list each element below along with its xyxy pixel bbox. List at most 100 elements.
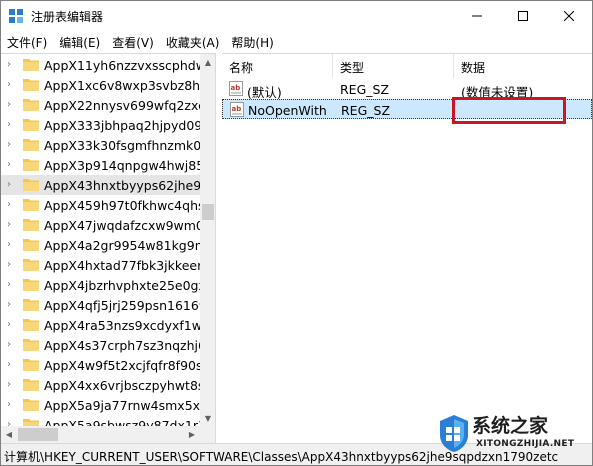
- tree-item[interactable]: › AppX4qfj5jrj259psn161698: [1, 295, 200, 315]
- folder-icon: [23, 199, 39, 211]
- tree-item[interactable]: › AppX4s37crph7sz3nqzhj65: [1, 335, 200, 355]
- registry-editor-window: 注册表编辑器 文件(F) 编辑(E) 查看(V) 收藏夹(A) 帮助(H) › A…: [0, 0, 593, 466]
- minimize-button[interactable]: [454, 1, 500, 31]
- folder-icon: [23, 159, 39, 171]
- tree-item[interactable]: › AppX33k30fsgmfhnzmk0nv: [1, 135, 200, 155]
- tree-item-label: AppX43hnxtbyyps62jhe9sq: [44, 178, 200, 193]
- expand-chevron-icon[interactable]: ›: [7, 99, 19, 111]
- close-button[interactable]: [546, 1, 592, 31]
- tree-item-label: AppX4xx6vrjbsczpyhwt8s8y: [44, 378, 200, 393]
- expand-chevron-icon[interactable]: ›: [7, 179, 19, 191]
- expand-chevron-icon[interactable]: ›: [7, 139, 19, 151]
- expand-chevron-icon[interactable]: ›: [7, 299, 19, 311]
- expand-chevron-icon[interactable]: ›: [7, 239, 19, 251]
- tree-item[interactable]: › AppX4hxtad77fbk3jkkeerk: [1, 255, 200, 275]
- maximize-icon: [518, 11, 528, 21]
- tree-item-label: AppX4ra53nzs9xcdyxf1wgc: [44, 318, 200, 333]
- expand-chevron-icon[interactable]: ›: [7, 359, 19, 371]
- tree-item[interactable]: › AppX4jbzrhvphxte25e0gxh: [1, 275, 200, 295]
- folder-icon: [23, 279, 39, 291]
- tree-item[interactable]: › AppX5a9sbwsz9y87dx1r3q: [1, 415, 200, 426]
- tree-item-label: AppX11yh6nzzvxsscphdw5: [44, 58, 200, 73]
- tree-vertical-scrollbar[interactable]: ▲ ▼: [200, 54, 215, 426]
- expand-chevron-icon[interactable]: ›: [7, 259, 19, 271]
- string-value-icon: ab: [230, 102, 244, 117]
- scroll-up-arrow-icon[interactable]: ▲: [200, 54, 215, 70]
- tree-item[interactable]: › AppX47jwqdafzcxw9wm0m: [1, 215, 200, 235]
- svg-text:ab: ab: [231, 84, 241, 92]
- folder-icon: [23, 219, 39, 231]
- maximize-button[interactable]: [500, 1, 546, 31]
- window-title: 注册表编辑器: [31, 10, 104, 24]
- tree-item[interactable]: › AppX4xx6vrjbsczpyhwt8s8y: [1, 375, 200, 395]
- folder-icon: [23, 259, 39, 271]
- expand-chevron-icon[interactable]: ›: [7, 59, 19, 71]
- column-header-data[interactable]: 数据: [454, 54, 592, 78]
- tree-vertical-scroll-thumb[interactable]: [202, 204, 214, 220]
- folder-icon: [23, 139, 39, 151]
- tree-item[interactable]: › AppX459h97t0fkhwc4qhs0: [1, 195, 200, 215]
- tree-item-label: AppX5a9sbwsz9y87dx1r3q: [44, 418, 200, 426]
- tree-item[interactable]: › AppX3p914qnpgw4hwj856: [1, 155, 200, 175]
- scroll-down-arrow-icon[interactable]: ▼: [200, 410, 215, 426]
- expand-chevron-icon[interactable]: ›: [7, 159, 19, 171]
- watermark-title: 系统之家: [472, 415, 549, 437]
- title-bar[interactable]: 注册表编辑器: [1, 1, 592, 31]
- expand-chevron-icon[interactable]: ›: [7, 419, 19, 426]
- registry-key-tree: › AppX11yh6nzzvxsscphdw5 › AppX1xc6v8wxp3sv…: [1, 54, 200, 426]
- string-value-icon: ab: [229, 81, 243, 96]
- menu-view[interactable]: 查看(V): [106, 31, 160, 52]
- registry-values-pane: 名称 类型 数据 ab (默认) REG_SZ (数值未设置) ab NoOpe…: [222, 53, 592, 443]
- folder-icon: [23, 119, 39, 131]
- menu-favorites[interactable]: 收藏夹(A): [160, 31, 226, 52]
- tree-item-label: AppX47jwqdafzcxw9wm0m: [44, 218, 200, 233]
- tree-item-label: AppX4qfj5jrj259psn161698: [44, 298, 200, 313]
- column-header-type[interactable]: 类型: [333, 54, 454, 78]
- tree-horizontal-scrollbar[interactable]: ◀ ▶: [1, 426, 215, 443]
- menu-edit[interactable]: 编辑(E): [53, 31, 106, 52]
- menu-file[interactable]: 文件(F): [1, 31, 53, 52]
- tree-item[interactable]: › AppX1xc6v8wxp3svbz8hgc: [1, 75, 200, 95]
- folder-icon: [23, 299, 39, 311]
- expand-chevron-icon[interactable]: ›: [7, 219, 19, 231]
- watermark-url: XITONGZHIJIA.NET: [476, 439, 575, 449]
- scroll-left-arrow-icon[interactable]: ◀: [1, 426, 17, 443]
- folder-icon: [23, 239, 39, 251]
- menu-help[interactable]: 帮助(H): [225, 31, 279, 52]
- column-header-name[interactable]: 名称: [222, 54, 333, 78]
- expand-chevron-icon[interactable]: ›: [7, 199, 19, 211]
- tree-item[interactable]: › AppX4w9f5t2xcjfqfr8f90sgf: [1, 355, 200, 375]
- tree-item[interactable]: › AppX4ra53nzs9xcdyxf1wgc: [1, 315, 200, 335]
- expand-chevron-icon[interactable]: ›: [7, 279, 19, 291]
- tree-item-label: AppX5a9ja77rnw4smx5xter: [44, 398, 200, 413]
- expand-chevron-icon[interactable]: ›: [7, 399, 19, 411]
- tree-item-label: AppX333jbhpaq2hjpyd097: [44, 118, 200, 133]
- folder-icon: [23, 99, 39, 111]
- tree-item-label: AppX33k30fsgmfhnzmk0nv: [44, 138, 200, 153]
- menu-bar: 文件(F) 编辑(E) 查看(V) 收藏夹(A) 帮助(H): [1, 31, 592, 52]
- tree-item[interactable]: › AppX22nnysv699wfq2zxc7: [1, 95, 200, 115]
- tree-item-label: AppX3p914qnpgw4hwj856: [44, 158, 200, 173]
- expand-chevron-icon[interactable]: ›: [7, 319, 19, 331]
- tree-item[interactable]: › AppX43hnxtbyyps62jhe9sq: [1, 175, 200, 195]
- value-type: REG_SZ: [341, 103, 391, 118]
- expand-chevron-icon[interactable]: ›: [7, 119, 19, 131]
- tree-item-label: AppX459h97t0fkhwc4qhs0: [44, 198, 200, 213]
- value-type: REG_SZ: [340, 82, 390, 97]
- tree-item-label: AppX22nnysv699wfq2zxc7: [44, 98, 200, 113]
- tree-horizontal-scroll-thumb[interactable]: [18, 428, 58, 441]
- folder-icon: [23, 399, 39, 411]
- site-watermark: 系统之家 XITONGZHIJIA.NET: [436, 409, 592, 461]
- tree-item[interactable]: › AppX11yh6nzzvxsscphdw5: [1, 55, 200, 75]
- tree-item-label: AppX4jbzrhvphxte25e0gxh: [44, 278, 200, 293]
- value-row-default[interactable]: ab (默认) REG_SZ (数值未设置): [222, 79, 592, 100]
- tree-item[interactable]: › AppX333jbhpaq2hjpyd097: [1, 115, 200, 135]
- scroll-right-arrow-icon[interactable]: ▶: [184, 426, 200, 443]
- expand-chevron-icon[interactable]: ›: [7, 79, 19, 91]
- tree-item[interactable]: › AppX5a9ja77rnw4smx5xter: [1, 395, 200, 415]
- tree-item[interactable]: › AppX4a2gr9954w81kg9nb: [1, 235, 200, 255]
- close-icon: [564, 11, 574, 21]
- expand-chevron-icon[interactable]: ›: [7, 379, 19, 391]
- value-name: NoOpenWith: [248, 103, 327, 118]
- expand-chevron-icon[interactable]: ›: [7, 339, 19, 351]
